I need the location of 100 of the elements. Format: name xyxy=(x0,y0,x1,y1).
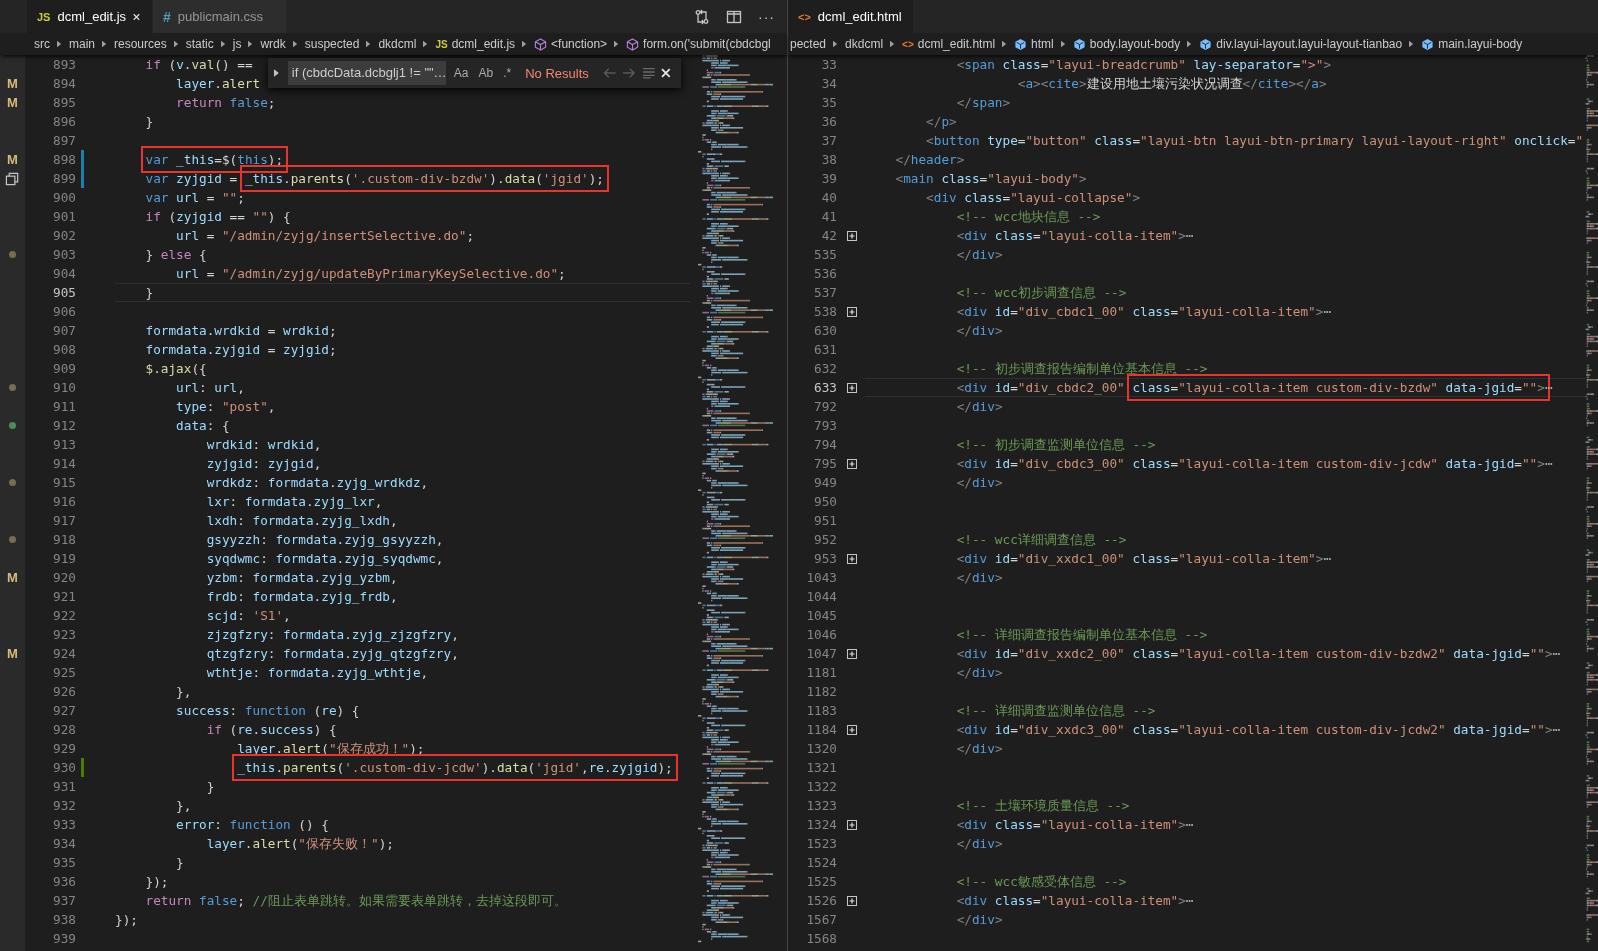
line-number: 1321 xyxy=(805,760,837,775)
expand-icon[interactable] xyxy=(847,306,857,317)
code-line: <!-- 初步调查监测单位信息 --> xyxy=(955,436,1156,453)
breadcrumb-item[interactable]: resources xyxy=(114,37,167,51)
code-line: url = "/admin/zyjg/insertSelective.do"; xyxy=(175,227,475,244)
line-number: 905 xyxy=(52,285,76,300)
line-number: 1324 xyxy=(805,817,837,832)
code-line: <!-- wcc详细调查信息 --> xyxy=(955,531,1127,548)
chevron-right-icon xyxy=(102,40,107,48)
expand-icon[interactable] xyxy=(847,382,857,393)
code-line: } else { xyxy=(144,246,207,263)
more-actions-button[interactable]: ··· xyxy=(758,8,775,25)
code-line: if (zyjgid == "") { xyxy=(144,208,291,225)
line-number: 927 xyxy=(52,703,76,718)
expand-icon[interactable] xyxy=(847,553,857,564)
code-line: frdb: formdata.zyjg_frdb, xyxy=(205,588,398,605)
compare-changes-icon[interactable] xyxy=(694,8,710,25)
code-line: }, xyxy=(175,683,192,700)
cube-icon xyxy=(626,37,640,51)
chevron-right-icon xyxy=(57,40,62,48)
breadcrumb-item[interactable]: div.layui-layout.layui-layout-tianbao xyxy=(1199,37,1403,51)
code-line: </div> xyxy=(955,835,1003,852)
close-icon[interactable] xyxy=(133,11,140,22)
line-number: 939 xyxy=(52,931,76,946)
find-option-button[interactable]: .* xyxy=(501,66,514,80)
breadcrumb-item[interactable]: JS dcml_edit.js xyxy=(435,37,516,51)
line-number: 896 xyxy=(52,114,76,129)
line-number: 913 xyxy=(52,437,76,452)
cube-icon xyxy=(1199,37,1213,51)
editor-tab[interactable]: # publicmain.css xyxy=(153,0,286,33)
line-number: 33 xyxy=(820,57,837,72)
breadcrumb-item[interactable]: wrdk xyxy=(260,37,286,51)
line-number: 920 xyxy=(52,570,76,585)
line-number: 938 xyxy=(52,912,76,927)
code-line: success: function (re) { xyxy=(175,702,360,719)
expand-icon[interactable] xyxy=(847,648,857,659)
stack-icon[interactable] xyxy=(5,171,20,186)
line-number: 1183 xyxy=(805,703,837,718)
breadcrumb-item[interactable]: suspected xyxy=(304,37,360,51)
expand-icon[interactable] xyxy=(847,230,857,241)
line-number: 918 xyxy=(52,532,76,547)
breadcrumb-item[interactable]: main xyxy=(69,37,95,51)
code-line: error: function () { xyxy=(175,816,329,833)
breadcrumb-item[interactable]: pected xyxy=(790,37,827,51)
breadcrumb-item[interactable]: js xyxy=(232,37,242,51)
line-number: 929 xyxy=(52,741,76,756)
breadcrumb-item[interactable]: src xyxy=(34,37,50,51)
breadcrumb-item[interactable]: <> dcml_edit.html xyxy=(902,37,996,51)
code-line: <div class="layui-colla-item">⋯ xyxy=(955,227,1194,244)
chevron-right-icon xyxy=(1060,40,1066,48)
breadcrumb-item[interactable]: form.on('submit(cbdcbgl xyxy=(626,37,771,51)
lines-icon[interactable] xyxy=(641,67,656,79)
code-line: <div id="div_cbdc3_00" class="layui-colla-item custom-div-jcdw" data-jgid="">⋯ xyxy=(955,455,1553,472)
line-number: 919 xyxy=(52,551,76,566)
line-number: 949 xyxy=(813,475,837,490)
chevron-right-icon xyxy=(1409,40,1415,48)
breadcrumb-item[interactable]: <function> xyxy=(534,37,608,51)
breadcrumb-item[interactable]: body.layout-body xyxy=(1072,37,1181,51)
chevron-right-icon xyxy=(366,40,372,48)
breadcrumb-item[interactable]: main.layui-body xyxy=(1421,37,1523,51)
chevron-right-icon[interactable] xyxy=(274,69,280,77)
expand-icon[interactable] xyxy=(847,819,857,830)
code-line: lxdh: formdata.zyjg_lxdh, xyxy=(205,512,398,529)
line-number: 630 xyxy=(813,323,837,338)
close-icon[interactable] xyxy=(661,68,671,78)
split-editor-icon[interactable] xyxy=(726,8,742,25)
chevron-right-icon xyxy=(1187,40,1193,48)
line-number: 916 xyxy=(52,494,76,509)
code-line: <!-- 土壤环境质量信息 --> xyxy=(955,797,1130,814)
expand-icon[interactable] xyxy=(847,895,857,906)
code-line: layer.alert("保存失败！"); xyxy=(205,835,394,852)
line-number: 42 xyxy=(820,228,837,243)
editor-tab[interactable]: JS dcml_edit.js xyxy=(27,0,152,33)
code-line: <span class="layui-breadcrumb" lay-separator=">"> xyxy=(955,56,1331,73)
code-line: return false; xyxy=(175,94,276,111)
line-number: 36 xyxy=(820,114,837,129)
find-option-button[interactable]: Aa xyxy=(451,66,471,80)
editor-tab[interactable]: <> dcml_edit.html xyxy=(788,0,913,33)
code-line: </div> xyxy=(955,246,1003,263)
breadcrumb-item[interactable]: html xyxy=(1014,37,1054,51)
breadcrumb-item[interactable]: dkdcml xyxy=(845,37,884,51)
expand-icon[interactable] xyxy=(847,724,857,735)
line-number: 535 xyxy=(813,247,837,262)
breadcrumb-item[interactable]: static xyxy=(185,37,214,51)
find-input[interactable]: if (cbdcData.dcbglj1 != ""… xyxy=(287,61,446,85)
line-number: 900 xyxy=(52,190,76,205)
breadcrumb-item[interactable]: dkdcml xyxy=(378,37,417,51)
line-number: 909 xyxy=(52,361,76,376)
code-line: wrdkid: wrdkid, xyxy=(205,436,322,453)
line-number: 930 xyxy=(52,760,76,775)
expand-icon[interactable] xyxy=(847,458,857,469)
cube-icon xyxy=(1014,37,1028,51)
scm-status-letter: M xyxy=(7,95,18,110)
code-line: <div id="div_xxdc3_00" class="layui-colla-item custom-div-jcdw2" data-jgid="">⋯ xyxy=(955,721,1561,738)
code-line: scjd: 'S1', xyxy=(205,607,291,624)
code-line: <a><cite>建设用地土壤污染状况调查</cite></a> xyxy=(1016,75,1327,92)
line-number: 35 xyxy=(820,95,837,110)
code-line: formdata.zyjgid = zyjgid; xyxy=(144,341,337,358)
find-option-button[interactable]: Ab xyxy=(476,66,496,80)
line-number: 931 xyxy=(52,779,76,794)
